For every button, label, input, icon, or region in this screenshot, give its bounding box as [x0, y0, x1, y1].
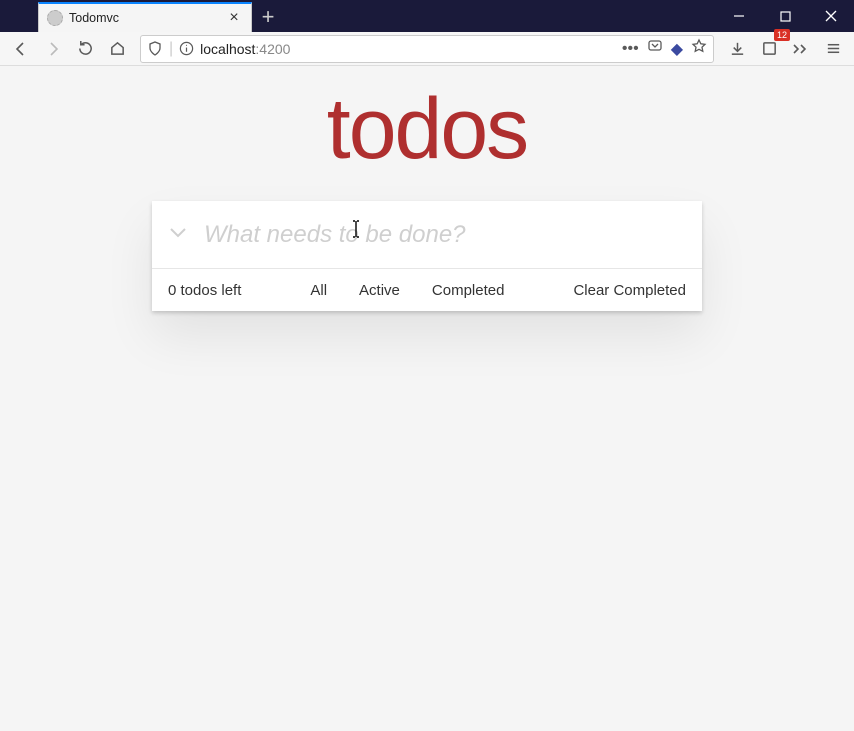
- tracking-shield-icon[interactable]: [147, 41, 163, 57]
- filter-group: All Active Completed: [241, 280, 573, 301]
- reader-pocket-icon[interactable]: [647, 38, 663, 59]
- address-bar[interactable]: | localhost:4200 ••• ◆: [140, 35, 714, 63]
- window-close-button[interactable]: [808, 0, 854, 32]
- browser-tab[interactable]: Todomvc ×: [38, 2, 252, 32]
- app-title: todos: [152, 80, 702, 179]
- extension-button[interactable]: 12: [754, 35, 784, 63]
- bookmark-star-icon[interactable]: [691, 38, 707, 59]
- reload-button[interactable]: [70, 35, 100, 63]
- filter-completed[interactable]: Completed: [425, 280, 512, 301]
- overflow-chevrons-icon[interactable]: [786, 35, 816, 63]
- filter-active[interactable]: Active: [352, 280, 407, 301]
- todo-footer: 0 todos left All Active Completed Clear …: [152, 269, 702, 311]
- site-info-icon[interactable]: [179, 41, 194, 56]
- container-icon[interactable]: ◆: [671, 39, 683, 59]
- window-maximize-button[interactable]: [762, 0, 808, 32]
- window-titlebar: Todomvc × +: [0, 0, 854, 32]
- forward-button[interactable]: [38, 35, 68, 63]
- url-port: :4200: [255, 41, 290, 57]
- downloads-button[interactable]: [722, 35, 752, 63]
- url-text[interactable]: localhost:4200: [200, 41, 616, 57]
- tab-close-icon[interactable]: ×: [225, 9, 243, 27]
- new-todo-row: [152, 201, 702, 269]
- more-url-icon[interactable]: •••: [622, 40, 639, 58]
- toggle-all-icon[interactable]: [152, 221, 204, 249]
- extension-badge: 12: [774, 29, 790, 41]
- home-button[interactable]: [102, 35, 132, 63]
- browser-toolbar: | localhost:4200 ••• ◆ 12: [0, 32, 854, 66]
- tab-favicon: [47, 10, 63, 26]
- app-menu-button[interactable]: [818, 35, 848, 63]
- window-controls: [716, 0, 854, 32]
- back-button[interactable]: [6, 35, 36, 63]
- clear-completed-button[interactable]: Clear Completed: [573, 282, 686, 299]
- page-viewport: todos 0 todos left All Active Completed …: [0, 66, 854, 731]
- todo-count: 0 todos left: [168, 282, 241, 299]
- tab-title: Todomvc: [69, 11, 225, 25]
- filter-all[interactable]: All: [303, 280, 334, 301]
- todo-card: 0 todos left All Active Completed Clear …: [152, 201, 702, 311]
- new-tab-button[interactable]: +: [252, 2, 284, 32]
- url-host: localhost: [200, 41, 255, 57]
- tab-strip: Todomvc × +: [0, 0, 716, 32]
- new-todo-input[interactable]: [204, 221, 702, 249]
- window-minimize-button[interactable]: [716, 0, 762, 32]
